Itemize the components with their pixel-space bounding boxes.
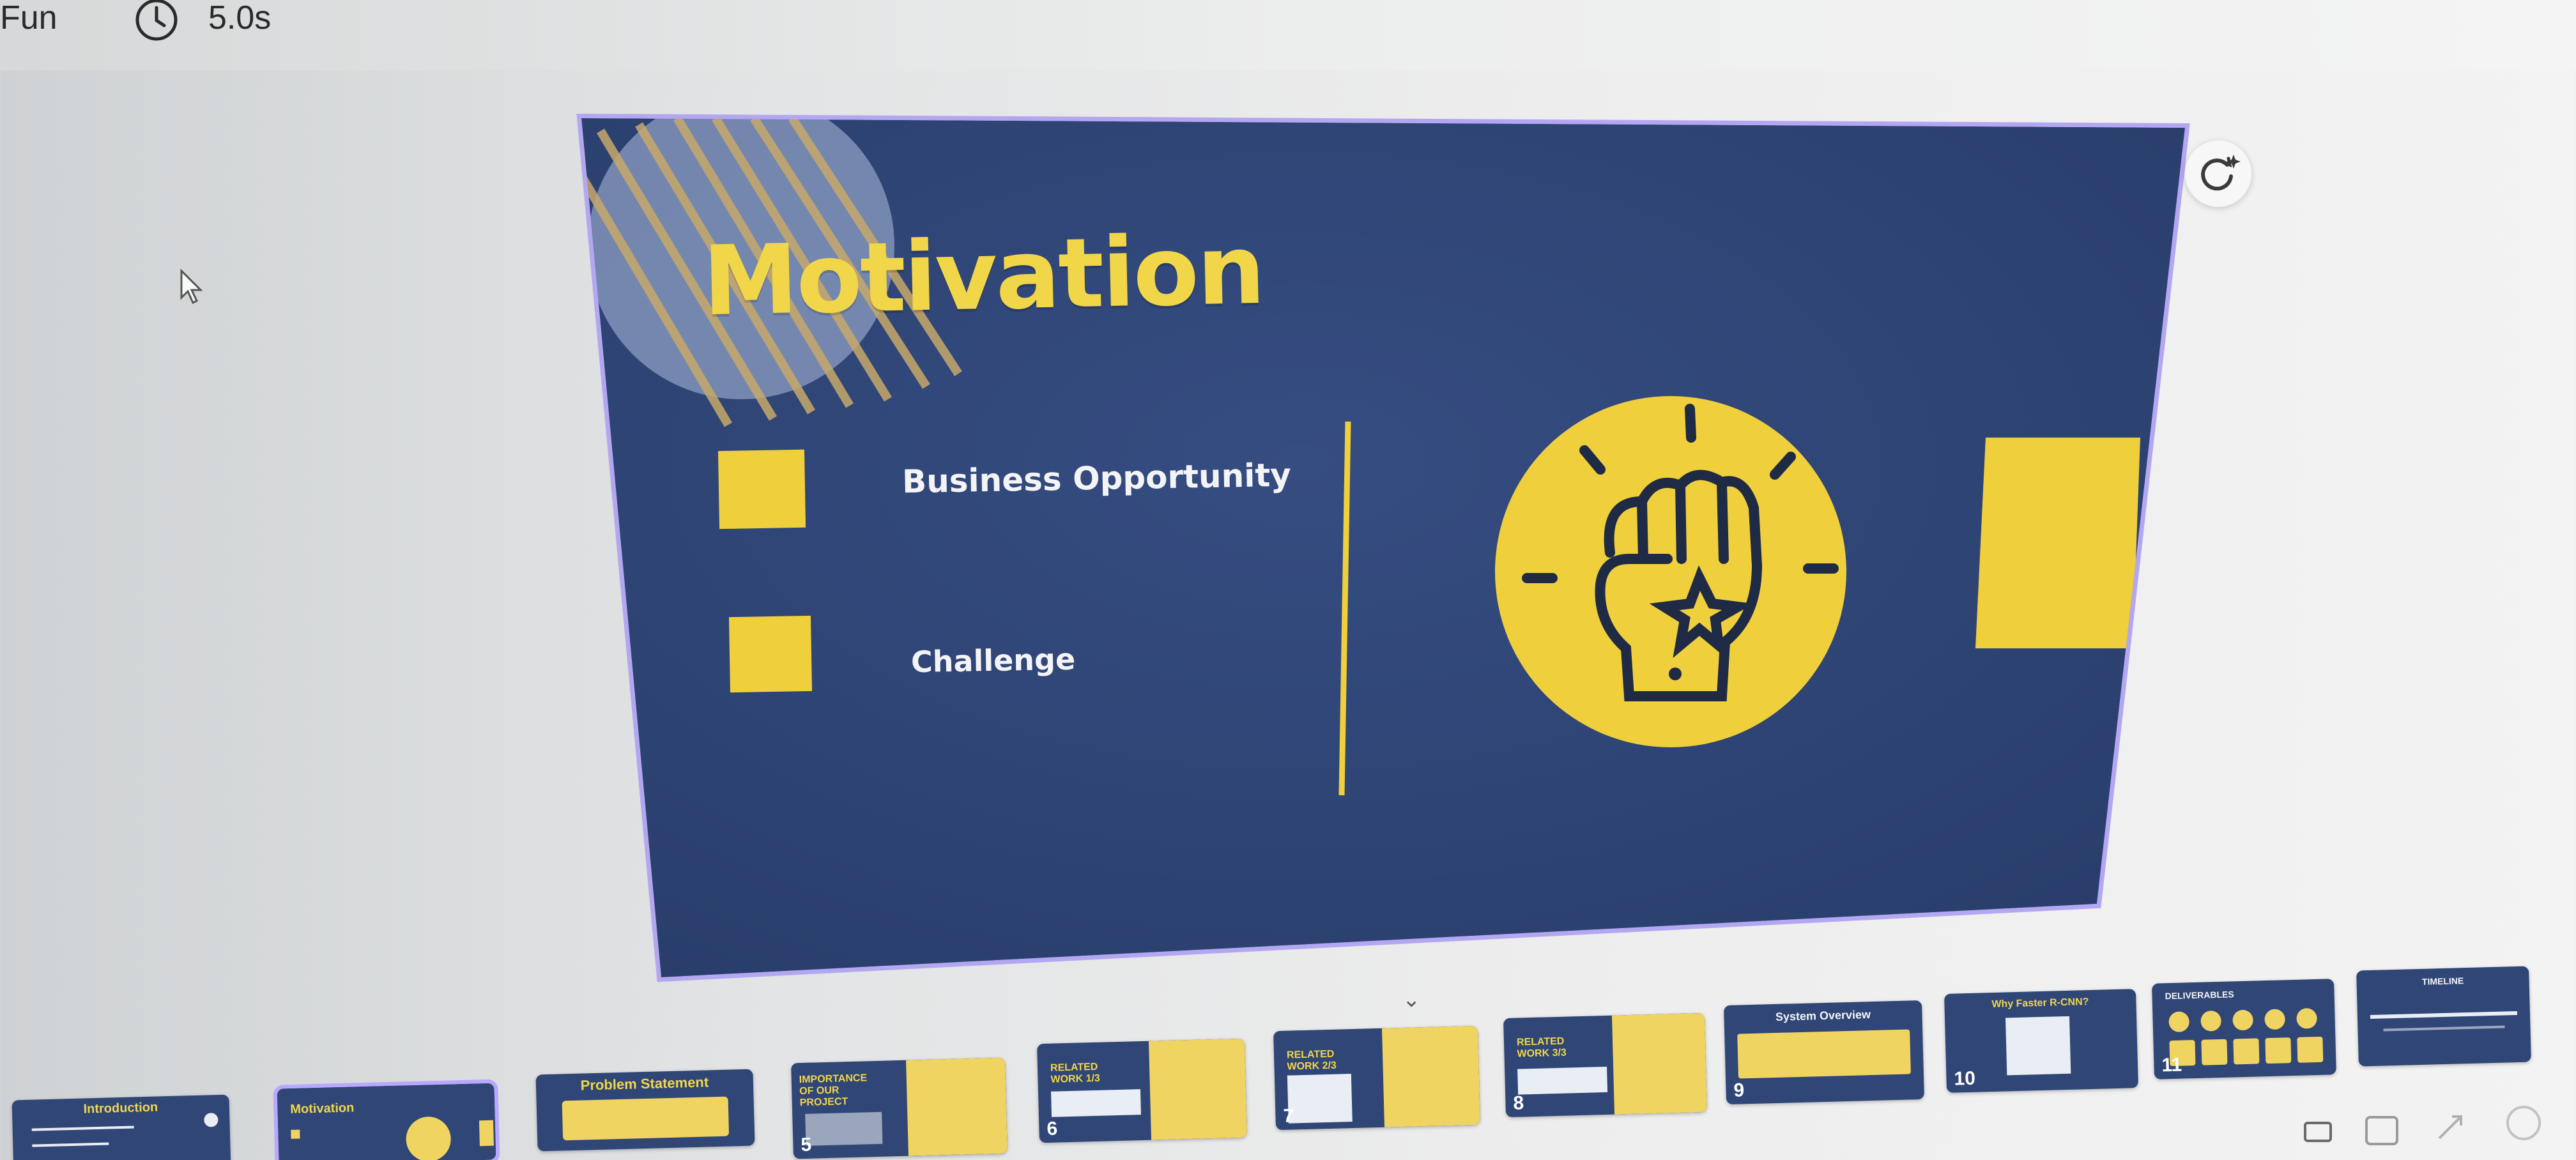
thumbnail-title: RELATED WORK 3/3: [1516, 1035, 1567, 1060]
bullet-square-1: [717, 449, 806, 530]
thumbnail-number: 10: [1954, 1067, 1976, 1090]
thumbnail-title: RELATED WORK 2/3: [1286, 1048, 1337, 1072]
refresh-sparkle-icon: [2201, 155, 2241, 191]
thumbnail-number: 8: [1513, 1092, 1524, 1114]
thumbnail-title: IMPORTANCE OF OUR PROJECT: [799, 1072, 868, 1109]
thumbnail-number: 11: [2161, 1054, 2182, 1076]
thumbnail-title: Problem Statement: [580, 1074, 709, 1094]
expand-icon[interactable]: [2434, 1111, 2466, 1143]
thumbnail-number: 6: [1046, 1118, 1058, 1140]
slide-title[interactable]: Motivation: [702, 215, 1264, 337]
thumbnail-title: DELIVERABLES: [2165, 989, 2234, 1002]
raised-fist-icon: [1495, 396, 1846, 747]
thumbnail-number: 9: [1733, 1080, 1745, 1101]
thumbnail-system-overview[interactable]: System Overview 9: [1724, 1000, 1924, 1105]
clock-icon[interactable]: [133, 0, 180, 43]
thumbnail-title: Introduction: [83, 1100, 158, 1117]
thumbnail-number: 5: [801, 1134, 812, 1156]
bullet-business-opportunity[interactable]: Business Opportunity: [902, 457, 1292, 501]
page-grid-icon[interactable]: [2303, 1121, 2333, 1144]
thumbnail-deliverables[interactable]: DELIVERABLES 11: [2152, 979, 2336, 1080]
slide-filmstrip: Introduction Motivation Problem Statemen…: [0, 958, 2576, 1160]
thumbnail-title: TIMELINE: [2421, 975, 2464, 987]
thumbnail-introduction[interactable]: Introduction: [12, 1094, 231, 1160]
animation-style-label[interactable]: Fun: [0, 0, 57, 37]
thumbnail-related-work-2[interactable]: RELATED WORK 2/3 7: [1273, 1025, 1480, 1131]
thumbnail-problem-statement[interactable]: Problem Statement: [535, 1069, 755, 1152]
bullet-challenge[interactable]: Challenge: [911, 642, 1076, 679]
help-icon[interactable]: [2504, 1104, 2543, 1142]
thumbnail-title: System Overview: [1775, 1008, 1871, 1023]
thumbnail-related-work-3[interactable]: RELATED WORK 3/3 8: [1503, 1012, 1707, 1118]
thumbnail-title: Why Faster R-CNN?: [1991, 996, 2089, 1011]
thumbnail-title: Motivation: [290, 1101, 355, 1117]
thumbnail-related-work-1[interactable]: RELATED WORK 1/3 6: [1037, 1038, 1247, 1143]
thumbnail-title: RELATED WORK 1/3: [1050, 1061, 1101, 1085]
fullscreen-icon[interactable]: [2364, 1115, 2400, 1147]
timing-duration[interactable]: 5.0s: [208, 0, 271, 37]
thumbnail-motivation[interactable]: Motivation: [273, 1079, 500, 1160]
editor-toolbar: Fun 5.0s: [0, 0, 2576, 70]
bullet-square-2: [728, 615, 813, 693]
magic-refresh-button[interactable]: [2185, 141, 2251, 207]
thumbnail-importance-of-our-project[interactable]: IMPORTANCE OF OUR PROJECT 5: [791, 1057, 1008, 1159]
thumbnail-timeline[interactable]: TIMELINE: [2356, 966, 2531, 1067]
mouse-cursor-icon: [180, 268, 203, 305]
slide-canvas[interactable]: Motivation Business Opportunity Challeng…: [576, 113, 2190, 982]
thumbnail-why-faster-rcnn[interactable]: Why Faster R-CNN? 10: [1944, 989, 2138, 1093]
thumbnail-number: 7: [1283, 1105, 1294, 1127]
